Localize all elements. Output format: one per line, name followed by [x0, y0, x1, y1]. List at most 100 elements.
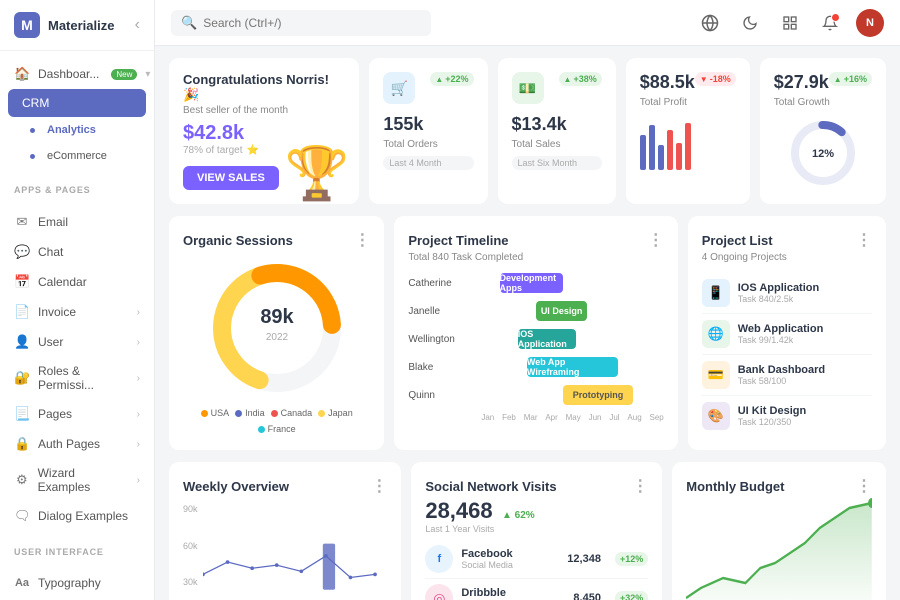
sidebar-item-label: Typography — [38, 576, 101, 590]
sidebar-item-analytics[interactable]: Analytics — [0, 117, 154, 143]
social-menu-button[interactable]: ⋮ — [632, 476, 648, 496]
svg-text:12%: 12% — [812, 148, 834, 160]
sales-icon-wrap: 💵 — [512, 72, 544, 104]
congrats-title: Congratulations Norris! 🎉 — [183, 72, 345, 103]
sidebar-item-calendar[interactable]: 📅 Calendar — [0, 267, 154, 297]
weekly-menu-button[interactable]: ⋮ — [371, 476, 387, 496]
organic-title: Organic Sessions ⋮ — [183, 230, 370, 250]
timeline-row: Blake Web App Wireframing — [408, 357, 663, 377]
project-icon: 🎨 — [702, 402, 730, 430]
email-icon: ✉ — [14, 214, 30, 230]
sidebar-item-auth-pages[interactable]: 🔒 Auth Pages › — [0, 429, 154, 459]
translate-button[interactable] — [696, 9, 724, 37]
sidebar-item-email[interactable]: ✉ Email — [0, 207, 154, 237]
trophy-icon: 🏆 — [285, 143, 350, 204]
search-bar[interactable]: 🔍 — [171, 10, 431, 36]
chevron-icon: › — [137, 475, 140, 486]
sidebar-item-dashboard[interactable]: 🏠 Dashboar... New ▾ — [0, 59, 154, 89]
avatar[interactable]: N — [856, 9, 884, 37]
project-info: Web Application Task 99/1.42k — [738, 323, 872, 345]
orders-label: Total Orders — [383, 139, 473, 150]
sidebar-item-dialog[interactable]: 🗨 Dialog Examples — [0, 501, 154, 531]
sidebar-item-label: CRM — [22, 96, 49, 110]
main-area: 🔍 N Congratulations Norris! 🎉 — [155, 0, 900, 600]
orders-period: Last 4 Month — [383, 156, 473, 170]
timeline-bar: Development Apps — [500, 273, 564, 293]
bar — [649, 125, 655, 170]
search-input[interactable] — [203, 16, 421, 30]
social-network-panel: Social Network Visits ⋮ 28,468 ▲ 62% Las… — [411, 462, 662, 600]
organic-menu-button[interactable]: ⋮ — [354, 230, 370, 250]
social-info: Facebook Social Media — [461, 548, 559, 570]
theme-button[interactable] — [736, 9, 764, 37]
sidebar-item-label: Dialog Examples — [38, 509, 128, 523]
user-icon: 👤 — [14, 334, 30, 350]
project-timeline-panel: Project Timeline ⋮ Total 840 Task Comple… — [394, 216, 677, 450]
sidebar-item-label: User — [38, 335, 63, 349]
wizard-icon: ⚙ — [14, 472, 30, 488]
weekly-overview-panel: Weekly Overview ⋮ 90k60k30k0 — [169, 462, 401, 600]
social-total: 28,468 — [425, 498, 492, 523]
timeline-row: Janelle UI Design — [408, 301, 663, 321]
sidebar-item-crm[interactable]: CRM — [8, 89, 146, 117]
middle-row: Organic Sessions ⋮ 89k 2022 USA India C — [169, 216, 886, 450]
search-icon: 🔍 — [181, 15, 197, 31]
facebook-icon: f — [425, 545, 453, 573]
sidebar-item-invoice[interactable]: 📄 Invoice › — [0, 297, 154, 327]
sidebar-item-user[interactable]: 👤 User › — [0, 327, 154, 357]
budget-chart — [686, 498, 872, 600]
dribbble-badge: +32% — [615, 591, 648, 600]
legend-item: France — [258, 424, 296, 434]
app-name: Materialize — [48, 18, 114, 33]
bar — [667, 130, 673, 170]
bottom-row: Weekly Overview ⋮ 90k60k30k0 — [169, 462, 886, 600]
sidebar-item-label: Wizard Examples — [38, 466, 129, 494]
legend-item: Canada — [271, 408, 313, 418]
invoice-icon: 📄 — [14, 304, 30, 320]
timeline-months: JanFebMarAprMayJunJulAugSep — [408, 413, 663, 422]
sales-label: Total Sales — [512, 139, 602, 150]
project-info: UI Kit Design Task 120/350 — [738, 405, 872, 427]
sidebar-item-chat[interactable]: 💬 Chat — [0, 237, 154, 267]
weekly-title: Weekly Overview ⋮ — [183, 476, 387, 496]
total-orders-card: 🛒 ▲ +22% 155k Total Orders Last 4 Month — [369, 58, 487, 204]
orders-icon-wrap: 🛒 — [383, 72, 415, 104]
project-icon: 📱 — [702, 279, 730, 307]
stat-header: 💵 ▲ +38% — [512, 72, 602, 104]
dialog-icon: 🗨 — [14, 508, 30, 524]
sidebar-item-label: eCommerce — [47, 150, 107, 162]
view-sales-button[interactable]: VIEW SALES — [183, 166, 279, 190]
project-icon: 💳 — [702, 361, 730, 389]
sidebar-item-typography[interactable]: Aa Typography — [0, 569, 154, 597]
collapse-sidebar-button[interactable]: ‹ — [135, 16, 140, 34]
stats-row: Congratulations Norris! 🎉 Best seller of… — [169, 58, 886, 204]
budget-menu-button[interactable]: ⋮ — [856, 476, 872, 496]
grid-button[interactable] — [776, 9, 804, 37]
timeline-bar: UI Design — [536, 301, 587, 321]
sidebar-item-pages[interactable]: 📃 Pages › — [0, 399, 154, 429]
timeline-bar-wrap: Prototyping — [481, 385, 663, 405]
profit-label: Total Profit — [640, 97, 736, 108]
sidebar-item-wizard[interactable]: ⚙ Wizard Examples › — [0, 459, 154, 501]
sidebar-item-roles[interactable]: 🔐 Roles & Permissi... › — [0, 357, 154, 399]
sidebar-item-label: Pages — [38, 407, 72, 421]
legend-item: Japan — [318, 408, 353, 418]
bar — [640, 135, 646, 170]
home-icon: 🏠 — [14, 66, 30, 82]
project-icon: 🌐 — [702, 320, 730, 348]
projects-title: Project List ⋮ — [702, 230, 872, 250]
dribbble-icon: ◎ — [425, 584, 453, 600]
chevron-icon: › — [137, 409, 140, 420]
growth-badge: ▲ +16% — [829, 72, 872, 86]
apps-section-label: APPS & PAGES — [0, 177, 154, 199]
timeline-menu-button[interactable]: ⋮ — [648, 230, 664, 250]
roles-icon: 🔐 — [14, 370, 30, 386]
notification-button[interactable] — [816, 9, 844, 37]
project-item: 🎨 UI Kit Design Task 120/350 — [702, 396, 872, 436]
timeline-bar-wrap: UI Design — [481, 301, 663, 321]
profit-badge: ▼ -18% — [695, 72, 736, 86]
orders-badge: ▲ +22% — [430, 72, 473, 86]
sidebar-item-label: Roles & Permissi... — [38, 364, 129, 392]
sidebar-item-ecommerce[interactable]: eCommerce — [0, 143, 154, 169]
projects-menu-button[interactable]: ⋮ — [856, 230, 872, 250]
